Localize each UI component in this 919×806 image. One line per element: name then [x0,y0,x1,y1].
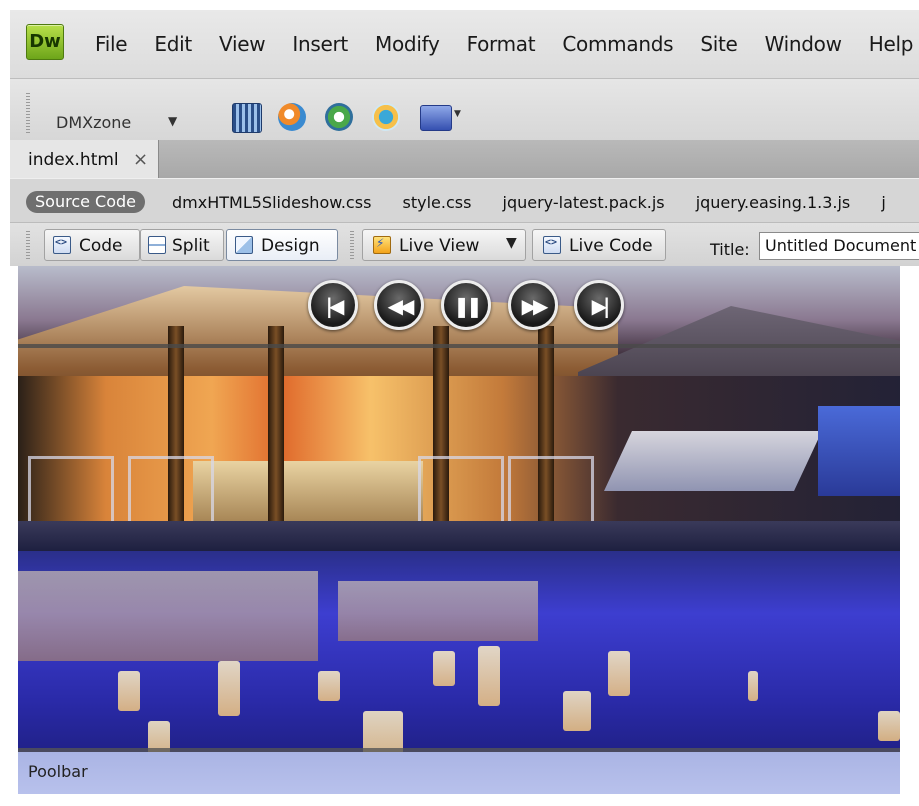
code-view-button[interactable]: Code [44,229,140,261]
slide-photo-light-reflection [608,651,630,696]
controls-divider [18,344,900,348]
design-view-button[interactable]: Design [226,229,338,261]
menu-window[interactable]: Window [765,32,842,56]
toolbar-grip[interactable] [350,231,354,259]
live-code-button[interactable]: Live Code [532,229,666,261]
video-player-icon[interactable] [325,103,353,131]
related-file-link[interactable]: j [881,193,885,212]
slide-photo-light-reflection [218,661,240,716]
related-file-link[interactable]: dmxHTML5Slideshow.css [172,193,371,212]
related-file-link[interactable]: jquery-latest.pack.js [503,193,665,212]
insert-toolbar: DMXzone ▼ ▼ [10,79,919,143]
menu-file[interactable]: File [95,32,128,56]
toolbar-grip[interactable] [26,93,30,133]
menu-insert[interactable]: Insert [292,32,348,56]
menu-view[interactable]: View [219,32,266,56]
design-view-label: Design [261,236,320,256]
html5-slideshow-icon[interactable] [232,103,262,133]
live-code-label: Live Code [569,236,653,256]
split-view-button[interactable]: Split [140,229,224,261]
source-code-button[interactable]: Source Code [26,191,145,213]
chevron-down-icon[interactable]: ▼ [506,235,517,251]
previous-slide-button[interactable]: ◀◀ [374,280,424,330]
slide-photo-reflection [338,581,538,641]
slide-photo-lounger [818,406,900,496]
related-file-link[interactable]: jquery.easing.1.3.js [696,193,851,212]
live-code-icon [543,236,561,254]
html5-slideshow[interactable]: |◀ ◀◀ ❚❚ ▶▶ ▶| Poolbar [18,266,900,794]
live-view-label: Live View [399,236,480,256]
menu-help[interactable]: Help [869,32,914,56]
fast-forward-icon: ▶▶ [521,294,549,318]
menu-site[interactable]: Site [700,32,738,56]
slide-caption: Poolbar [18,752,900,794]
slide-photo-chair [28,456,114,524]
insert-category-label[interactable]: DMXzone [56,113,131,132]
next-slide-button[interactable]: ▶▶ [508,280,558,330]
menu-modify[interactable]: Modify [375,32,440,56]
slide-photo-chair [128,456,214,524]
close-icon[interactable]: × [133,149,148,170]
menu-bar: Dw File Edit View Insert Modify Format C… [10,10,919,78]
audio-player-icon[interactable] [372,103,400,131]
slide-photo-lounger [604,431,822,491]
document-tab-label: index.html [28,150,119,170]
slide-photo-light-reflection [318,671,340,701]
related-files-bar: Source Code dmxHTML5Slideshow.css style.… [10,178,919,223]
slide-caption-text: Poolbar [28,762,88,781]
first-slide-button[interactable]: |◀ [308,280,358,330]
design-view: |◀ ◀◀ ❚❚ ▶▶ ▶| Poolbar [10,266,919,806]
document-tab-bar: index.html × [10,140,919,178]
menu-items: File Edit View Insert Modify Format Comm… [95,32,919,56]
related-files-list: dmxHTML5Slideshow.css style.css jquery-l… [172,193,912,212]
related-file-link[interactable]: style.css [403,193,472,212]
skip-back-icon: |◀ [325,294,345,318]
slide-photo-light-reflection [878,711,900,741]
code-icon [53,236,71,254]
pause-icon: ❚❚ [453,294,483,318]
slide-photo-chair [508,456,594,524]
split-icon [148,236,166,254]
pause-button[interactable]: ❚❚ [441,280,491,330]
menu-edit[interactable]: Edit [154,32,192,56]
design-icon [235,236,253,254]
lightning-icon [373,236,391,254]
rewind-icon: ◀◀ [387,294,415,318]
toolbar-grip[interactable] [26,231,30,259]
slide-photo-light-reflection [433,651,455,686]
document-toolbar: Code Split Design Live View ▼ Live Code … [10,222,919,268]
dreamweaver-window: Dw File Edit View Insert Modify Format C… [10,10,919,806]
slide-photo-pool-edge [18,521,900,551]
dreamweaver-logo: Dw [26,24,64,60]
menu-format[interactable]: Format [467,32,536,56]
slide-photo-reflection [18,571,318,661]
slide-photo-light-reflection [478,646,500,706]
title-label: Title: [710,240,750,259]
slide-photo-chair [418,456,504,524]
document-title-input[interactable]: Untitled Document [759,232,919,260]
chevron-down-icon[interactable]: ▼ [168,114,177,128]
image-gallery-icon[interactable] [278,103,306,131]
slide-photo-light-reflection [118,671,140,711]
slide-photo-light-reflection [748,671,758,701]
lightbox-icon[interactable] [420,105,452,131]
code-view-label: Code [79,236,123,256]
last-slide-button[interactable]: ▶| [574,280,624,330]
menu-commands[interactable]: Commands [562,32,673,56]
live-view-button[interactable]: Live View [362,229,526,261]
chevron-down-icon[interactable]: ▼ [454,109,461,119]
document-tab[interactable]: index.html × [10,140,159,178]
skip-forward-icon: ▶| [591,294,611,318]
slide-photo-post [268,326,284,536]
slide-photo-light-reflection [563,691,591,731]
split-view-label: Split [172,236,210,256]
